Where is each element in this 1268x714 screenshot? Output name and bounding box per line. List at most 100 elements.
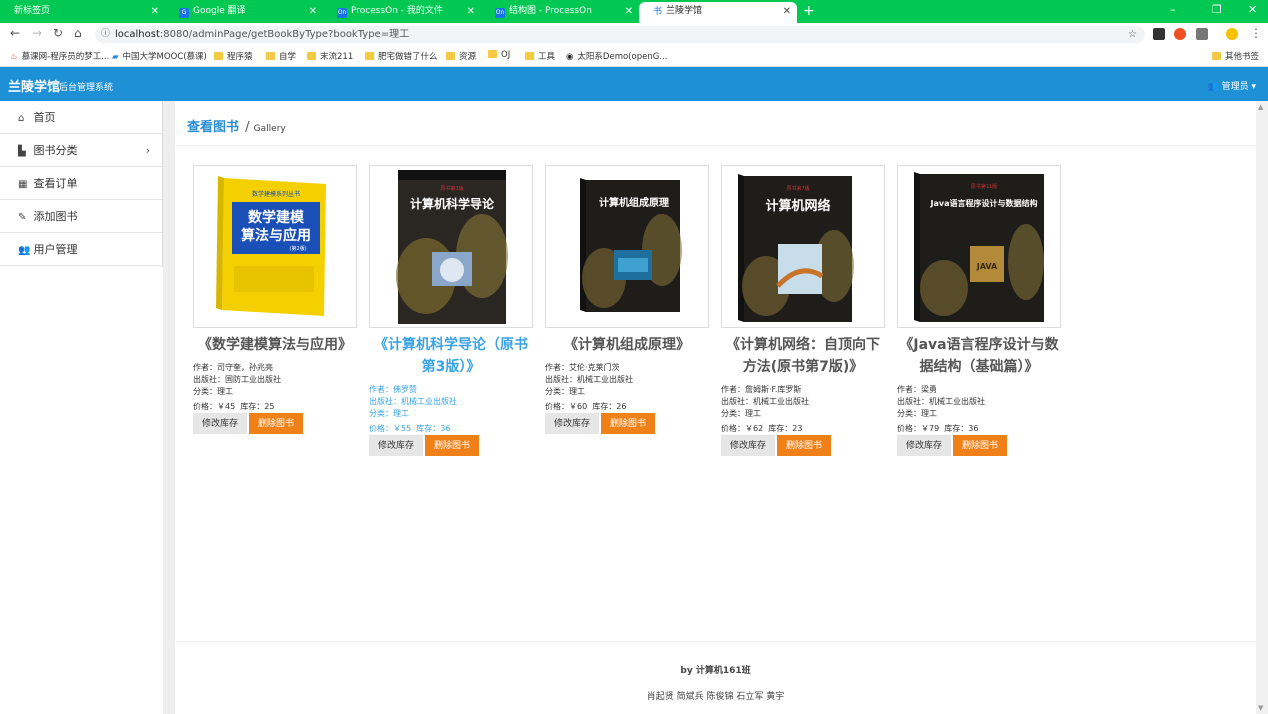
flame-icon: ♨ (10, 52, 18, 62)
book-card: 计算机组成原理 《计算机组成原理》 作者：艾伦·克莱门茨 出版社：机械工业出版社… (545, 165, 709, 434)
browser-tab[interactable]: 新标签页 ✕ (0, 2, 165, 23)
book-icon: 书 (653, 7, 663, 17)
close-tab-icon[interactable]: ✕ (309, 2, 317, 21)
close-window-icon[interactable]: ✕ (1248, 3, 1257, 16)
book-cover-image: 数学建模 算法与应用 数学建模系列丛书 (第2版) (216, 176, 326, 316)
book-stock: 36 (968, 424, 979, 433)
scroll-up-icon[interactable]: ▲ (1258, 103, 1263, 111)
edit-stock-button[interactable]: 修改库存 (721, 435, 776, 456)
delete-book-button[interactable]: 删除图书 (953, 435, 1008, 456)
brand-title[interactable]: 兰陵学馆 (8, 76, 60, 95)
bookmark-folder[interactable]: 工具 (525, 50, 555, 62)
folder-icon (214, 52, 223, 60)
users-icon: 👥 (1207, 82, 1219, 92)
edit-stock-button[interactable]: 修改库存 (369, 435, 424, 456)
bookmark-star-icon[interactable]: ☆ (1128, 26, 1137, 43)
tab-title: 新标签页 (14, 6, 51, 16)
new-tab-icon[interactable]: + (803, 3, 815, 19)
file-icon: ▙ (18, 146, 26, 157)
bookmark-folder[interactable]: 肥宅做错了什么 (365, 50, 438, 62)
svg-text:原书第11版: 原书第11版 (971, 183, 997, 190)
sidebar-item-users[interactable]: 👥 用户管理 (0, 233, 162, 266)
delete-book-button[interactable]: 删除图书 (425, 435, 480, 456)
book-cover[interactable]: 数学建模 算法与应用 数学建模系列丛书 (第2版) (193, 165, 357, 328)
google-translate-icon: G (179, 8, 189, 18)
book-card: 数学建模 算法与应用 数学建模系列丛书 (第2版) 《数学建模算法与应用》 作者… (193, 165, 357, 434)
book-title[interactable]: 《Java语言程序设计与数据结构（基础篇）》 (897, 334, 1061, 378)
address-bar[interactable]: ⓘ localhost:8080/adminPage/getBookByType… (95, 26, 1145, 43)
browser-toolbar: ← → ↻ ⌂ ⓘ localhost:8080/adminPage/getBo… (0, 23, 1268, 45)
book-cover[interactable]: Java语言程序设计与数据结构 原书第11版 JAVA (897, 165, 1061, 328)
folder-icon (525, 52, 534, 60)
profile-avatar-icon[interactable] (1226, 28, 1238, 40)
bookmark-folder[interactable]: 末流211 (307, 50, 353, 62)
minimize-icon[interactable]: – (1170, 3, 1176, 16)
page-scrollbar[interactable]: ▲ ▼ (1256, 101, 1268, 714)
browser-tab[interactable]: G Google 翻译 ✕ (165, 2, 323, 23)
svg-text:原书第7版: 原书第7版 (786, 185, 809, 192)
book-title[interactable]: 《数学建模算法与应用》 (193, 334, 357, 356)
reload-icon[interactable]: ↻ (53, 26, 63, 40)
java-cover-label: JAVA (976, 262, 998, 271)
edit-stock-button[interactable]: 修改库存 (193, 413, 248, 434)
users-icon: 👥 (18, 245, 31, 256)
restore-icon[interactable]: ❐ (1212, 3, 1222, 16)
folder-icon (1212, 52, 1221, 60)
bookmark-folder[interactable]: 程序猿 (214, 50, 253, 62)
close-tab-icon[interactable]: ✕ (467, 2, 475, 21)
delete-book-button[interactable]: 删除图书 (601, 413, 656, 434)
book-publisher: 国防工业出版社 (225, 375, 281, 384)
sidebar-item-book-category[interactable]: ▙ 图书分类 › (0, 134, 162, 167)
user-menu[interactable]: 👥 管理员 ▾ (1207, 79, 1256, 92)
browser-tab-active[interactable]: 书兰陵学馆 ✕ (639, 2, 797, 23)
book-title[interactable]: 《计算机科学导论（原书第3版）》 (369, 334, 533, 378)
folder-icon (488, 50, 497, 58)
edit-stock-button[interactable]: 修改库存 (897, 435, 952, 456)
bookmark-item[interactable]: ♨ 慕课网-程序员的梦工... (10, 50, 109, 62)
folder-icon (446, 52, 455, 60)
close-tab-icon[interactable]: ✕ (625, 2, 633, 21)
sidebar-item-home[interactable]: ⌂ 首页 (0, 101, 162, 134)
extension-icon[interactable] (1196, 28, 1208, 40)
browser-tab[interactable]: On 结构图 - ProcessOn ✕ (481, 2, 639, 23)
close-tab-icon[interactable]: ✕ (783, 2, 791, 21)
home-button-icon[interactable]: ⌂ (74, 26, 82, 40)
tab-title: ProcessOn - 我的文件 (351, 6, 443, 16)
book-cover[interactable]: 计算机科学导论 原书第3版 (369, 165, 533, 328)
sidebar-item-orders[interactable]: ▦ 查看订单 (0, 167, 162, 200)
extension-icon[interactable] (1153, 28, 1165, 40)
back-icon[interactable]: ← (10, 26, 20, 40)
svg-text:原书第3版: 原书第3版 (440, 185, 463, 192)
bookmark-item[interactable]: ◉ 太阳系Demo(openG... (566, 50, 667, 62)
book-cover[interactable]: 计算机组成原理 (545, 165, 709, 328)
book-title[interactable]: 《计算机网络：自顶向下方法(原书第7版)》 (721, 334, 885, 378)
book-card: 计算机网络 原书第7版 《计算机网络：自顶向下方法(原书第7版)》 作者：詹姆斯… (721, 165, 885, 456)
book-publisher: 机械工业出版社 (929, 397, 985, 406)
edit-stock-button[interactable]: 修改库存 (545, 413, 600, 434)
delete-book-button[interactable]: 删除图书 (249, 413, 304, 434)
svg-text:数学建模系列丛书: 数学建模系列丛书 (252, 190, 300, 198)
forward-icon[interactable]: → (32, 26, 42, 40)
cover-title-1: 数学建模 (248, 209, 305, 226)
divider (175, 145, 1256, 146)
book-price: ￥55 (393, 424, 412, 433)
delete-book-button[interactable]: 删除图书 (777, 435, 832, 456)
book-price: ￥60 (569, 402, 588, 411)
book-title[interactable]: 《计算机组成原理》 (545, 334, 709, 356)
menu-kebab-icon[interactable]: ⋮ (1250, 26, 1262, 40)
book-cover[interactable]: 计算机网络 原书第7版 (721, 165, 885, 328)
svg-text:(第2版): (第2版) (289, 245, 306, 252)
browser-tab[interactable]: On ProcessOn - 我的文件 ✕ (323, 2, 481, 23)
main-content: 查看图书 / Gallery 数学建模 算法与应用 数学建模系列丛书 (第2版)… (175, 101, 1256, 714)
book-cover-image: 计算机网络 原书第7版 (738, 174, 854, 322)
bookmark-folder[interactable]: 其他书签 (1212, 50, 1259, 62)
close-tab-icon[interactable]: ✕ (151, 2, 159, 21)
bookmark-folder[interactable]: OJ (488, 50, 510, 60)
sidebar-item-add-book[interactable]: ✎ 添加图书 (0, 200, 162, 233)
bookmark-folder[interactable]: 资源 (446, 50, 476, 62)
processon-icon: On (337, 8, 347, 18)
bookmark-folder[interactable]: 自学 (266, 50, 296, 62)
scroll-down-icon[interactable]: ▼ (1258, 704, 1263, 712)
extension-icon[interactable] (1174, 28, 1186, 40)
bookmark-item[interactable]: ▰ 中国大学MOOC(慕课) (112, 50, 207, 62)
